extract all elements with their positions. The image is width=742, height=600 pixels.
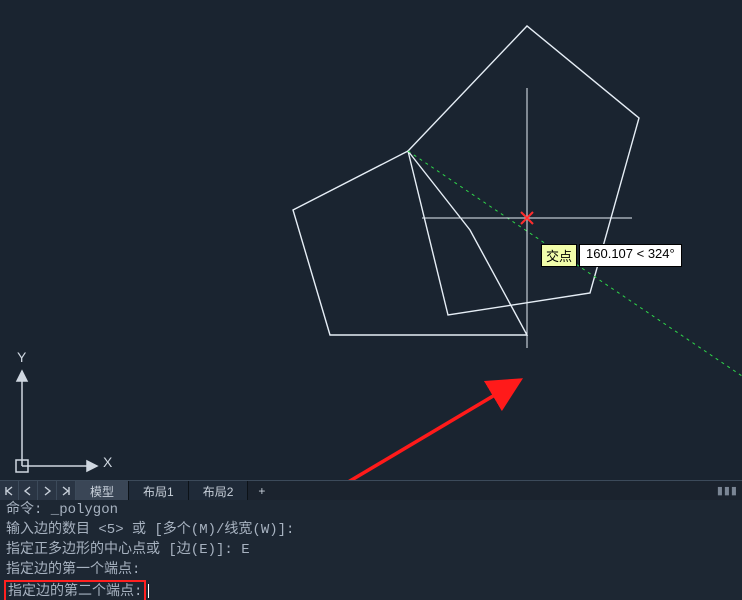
ucs-icon — [16, 371, 97, 472]
command-line-0: 命令: _polygon — [6, 500, 736, 520]
command-line-1: 输入边的数目 <5> 或 [多个(M)/线宽(W)]: — [6, 520, 736, 540]
tab-nav-first[interactable] — [0, 481, 19, 501]
layout-tab-bar: 模型 布局1 布局2 + ▮▮▮ — [0, 480, 742, 501]
tab-add-button[interactable]: + — [248, 481, 275, 501]
tab-nav-next[interactable] — [38, 481, 57, 501]
tab-label: 模型 — [90, 483, 114, 500]
tab-label: 布局2 — [203, 483, 234, 500]
tab-2[interactable]: 布局2 — [189, 481, 249, 501]
tabbar-grip-icon[interactable]: ▮▮▮ — [717, 484, 738, 497]
tab-1[interactable]: 布局1 — [129, 481, 189, 501]
tab-nav-group — [0, 481, 76, 501]
tab-nav-prev[interactable] — [19, 481, 38, 501]
coordinate-tooltip: 交点 160.107 < 324° — [541, 244, 682, 267]
polygon-shape-2 — [293, 151, 527, 335]
tab-0[interactable]: 模型 — [76, 481, 129, 501]
plus-label: + — [258, 484, 265, 498]
tab-label: 布局1 — [143, 483, 174, 500]
axis-y-label: Y — [17, 349, 26, 365]
tooltip-snap-label: 交点 — [541, 244, 577, 267]
command-line-4: 指定边的第二个端点: — [6, 580, 736, 600]
command-line-area[interactable]: 命令: _polygon输入边的数目 <5> 或 [多个(M)/线宽(W)]:指… — [0, 500, 742, 600]
axis-x-label: X — [103, 454, 112, 470]
polygon-shape-1 — [408, 26, 639, 315]
command-line-2: 指定正多边形的中心点或 [边(E)]: E — [6, 540, 736, 560]
tab-nav-last[interactable] — [57, 481, 76, 501]
drawing-canvas[interactable]: X Y 交点 160.107 < 324° — [0, 0, 742, 480]
command-line-3: 指定边的第一个端点: — [6, 560, 736, 580]
tooltip-coordinate-value: 160.107 < 324° — [579, 244, 682, 267]
